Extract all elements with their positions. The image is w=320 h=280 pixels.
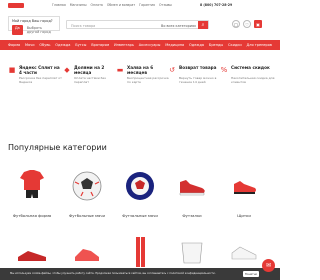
feature-desc: Оплата частями без переплат (74, 76, 106, 84)
category-label: Футбольная форма (12, 213, 52, 218)
feature-desc: Беспроцентная рассрочка по карте (127, 76, 169, 84)
card-icon: ▬ (116, 66, 124, 74)
category-label: Щитки (237, 213, 251, 218)
favorites-icon[interactable]: ♡ (243, 20, 251, 28)
popular-categories-title: Популярные категории (8, 143, 107, 152)
feature-desc: Вернуть товар можно в течение 14 дней (179, 76, 217, 84)
phone-number[interactable]: 8 (800) 707-28-29 (200, 3, 232, 7)
nav-item[interactable]: Бутсы (75, 43, 86, 47)
cookie-accept-button[interactable]: Понятно (243, 271, 259, 277)
top-link[interactable]: Гарантия (139, 3, 155, 7)
main-nav: Форма Мячи Обувь Одежда Бутсы Вратарям И… (0, 40, 280, 50)
search-bar[interactable]: Поиск товара Во всех категориях ⌕ (66, 20, 209, 29)
category-label: Футзалки (182, 213, 202, 218)
city-change-button[interactable]: Выбрать другой город (25, 25, 56, 35)
futsal-ball-image (126, 172, 154, 200)
cookie-text: Мы используем cookie-файлы, чтобы улучши… (10, 271, 216, 275)
feature-title: Халва на 6 месяцев (127, 65, 154, 75)
top-link[interactable]: Отзывы (159, 3, 172, 7)
category-image (181, 242, 203, 264)
feature-title: Система скидок (231, 65, 270, 70)
nav-item[interactable]: Одежда (55, 43, 70, 47)
top-link[interactable]: Главная (52, 3, 66, 7)
installment-icon: ◆ (64, 66, 70, 74)
nav-item[interactable]: Скидки (228, 43, 242, 47)
category-image (18, 251, 46, 261)
search-scope-select[interactable]: Во всех категориях (161, 24, 196, 28)
nav-item[interactable]: Бренды (209, 43, 223, 47)
city-prompt: Мой город Ваш город? Да Выбрать другой г… (8, 16, 60, 35)
futsal-shoe-image (179, 180, 205, 196)
header: Мой город Ваш город? Да Выбрать другой г… (0, 13, 280, 35)
return-icon: ↺ (169, 66, 175, 74)
top-link[interactable]: Обмен и возврат (107, 3, 135, 7)
user-icon[interactable]: ◯ (232, 20, 240, 28)
top-links: Главная Магазины Оплата Обмен и возврат … (52, 3, 172, 7)
top-link[interactable]: Магазины (70, 3, 87, 7)
category-label: Футзальные мячи (122, 213, 158, 218)
nav-item[interactable]: Одежда (189, 43, 204, 47)
football-ball-image (72, 171, 102, 201)
shin-guard-image (234, 181, 256, 194)
features-row: ■ Яндекс Сплит на 4 части Рассрочка без … (0, 64, 280, 94)
site-logo[interactable] (8, 3, 24, 8)
category-image (75, 249, 99, 261)
nav-item[interactable]: Аксессуары (139, 43, 161, 47)
nav-item[interactable]: Форма (8, 43, 20, 47)
nav-item[interactable]: Мячи (25, 43, 34, 47)
feature-title: Долями на 2 месяца (74, 65, 105, 75)
nav-item[interactable]: Для тренеров (247, 43, 272, 47)
nav-item[interactable]: Медицина (165, 43, 184, 47)
search-input[interactable]: Поиск товара (71, 24, 95, 28)
feature-title: Яндекс Сплит на 4 части (19, 65, 60, 75)
chat-icon[interactable]: ✉ (262, 259, 275, 272)
feature-desc: Рассрочка без переплат от Яндекса (19, 76, 62, 84)
nav-item[interactable]: Обувь (39, 43, 50, 47)
feature-desc: Накопительная скидка для клиентов (231, 76, 275, 84)
category-image (136, 237, 145, 267)
football-kit-image (20, 170, 44, 198)
cookie-banner: Мы используем cookie-файлы, чтобы улучши… (0, 268, 280, 280)
nav-item[interactable]: Инвентарь (114, 43, 134, 47)
top-bar: Главная Магазины Оплата Обмен и возврат … (0, 0, 280, 12)
search-icon[interactable]: ⌕ (198, 21, 208, 29)
header-icons: ◯ ♡ ▣ (232, 20, 262, 28)
nav-item[interactable]: Вратарям (91, 43, 109, 47)
cart-icon[interactable]: ▣ (254, 20, 262, 28)
feature-title: Возврат товара (179, 65, 217, 70)
city-confirm-button[interactable]: Да (12, 25, 23, 35)
top-link[interactable]: Оплата (90, 3, 102, 7)
split-icon: ■ (8, 66, 16, 74)
city-question: Мой город Ваш город? (12, 19, 53, 23)
discount-icon: % (220, 66, 228, 74)
category-image (231, 246, 257, 260)
category-label: Футбольные мячи (69, 213, 105, 218)
